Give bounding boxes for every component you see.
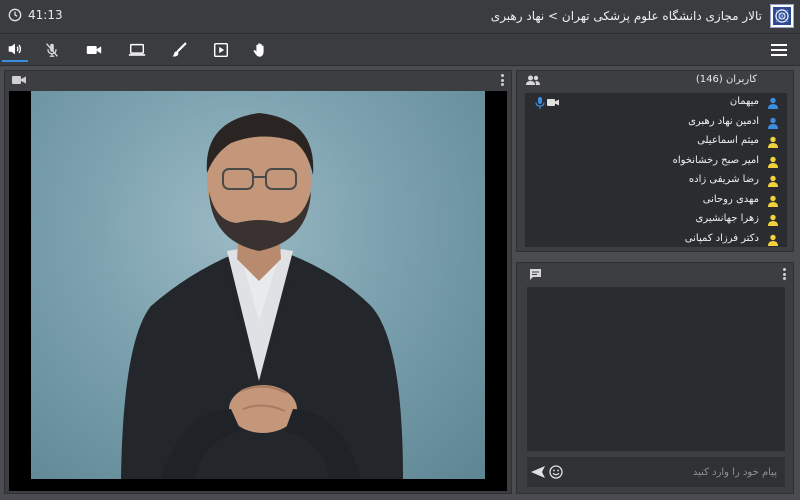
user-name: امیر صبح رخشانخواه (672, 154, 759, 166)
user-icon (768, 234, 778, 246)
user-list-item[interactable]: ادمین نهاد رهبری (525, 113, 787, 133)
chat-panel (516, 262, 794, 494)
video-panel (4, 70, 512, 494)
video-panel-header (5, 71, 511, 89)
speaker-button[interactable] (2, 38, 28, 62)
users-panel-header: کاربران (146) (517, 71, 793, 89)
timer-text: 41:13 (28, 8, 63, 22)
user-name: مهدی روحانی (702, 193, 759, 205)
user-icon (768, 117, 778, 129)
send-icon[interactable] (531, 466, 545, 478)
user-name: میثم اسماعیلی (697, 135, 759, 146)
room-title: تالار مجازی دانشگاه علوم پزشکی تهران > ن… (490, 9, 762, 23)
user-name: دکتر فرزاد کمپانی (684, 232, 759, 244)
mic-toggle-button[interactable] (39, 38, 65, 62)
clock-icon (8, 8, 22, 22)
raise-hand-icon (253, 43, 264, 57)
video-camera-icon (12, 76, 26, 84)
emoji-icon[interactable] (549, 465, 563, 479)
top-bar: 41:13 تالار مجازی دانشگاه علوم پزشکی تهر… (0, 0, 800, 34)
speaker-person-image (121, 113, 403, 479)
user-list-item[interactable]: مهدی روحانی (525, 191, 787, 211)
user-name: میهمان (729, 96, 759, 107)
video-stream[interactable] (9, 91, 507, 491)
chat-bubble-icon (530, 269, 541, 280)
whiteboard-button[interactable] (166, 38, 192, 62)
university-logo (770, 4, 794, 28)
presentation-button[interactable] (208, 38, 234, 62)
video-options-icon[interactable] (500, 74, 504, 86)
hamburger-menu-icon[interactable] (770, 42, 788, 58)
mic-icon[interactable] (535, 97, 545, 109)
speaker-icon (8, 43, 22, 55)
video-camera-icon (86, 45, 102, 55)
session-timer: 41:13 (8, 8, 63, 22)
user-list-item[interactable]: میهمان (525, 93, 787, 113)
chat-message-input[interactable] (567, 457, 777, 487)
user-name: رضا شریفی زاده (688, 174, 759, 185)
chat-options-icon[interactable] (782, 268, 786, 280)
chat-messages-area (527, 287, 785, 451)
chat-panel-header (517, 263, 793, 283)
user-list-item[interactable]: رضا شریفی زاده (525, 171, 787, 191)
user-name: زهرا جهانشیری (695, 213, 759, 224)
user-list-item[interactable]: زهرا جهانشیری (525, 210, 787, 230)
user-list-item[interactable]: دکتر فرزاد کمپانی (525, 230, 787, 248)
screen-share-icon (128, 43, 146, 56)
raise-hand-button[interactable] (247, 38, 273, 62)
user-icon (768, 214, 778, 226)
users-panel: کاربران (146) میهمان ادمین نهاد رهبری می… (516, 70, 794, 252)
chat-input-bar (527, 457, 785, 487)
brush-icon (172, 42, 187, 57)
toolbar (0, 34, 800, 66)
user-list-item[interactable]: میثم اسماعیلی (525, 132, 787, 152)
presentation-icon (213, 42, 229, 58)
users-group-icon (526, 75, 540, 85)
screen-share-button[interactable] (124, 38, 150, 62)
user-icon (768, 136, 778, 148)
user-name: ادمین نهاد رهبری (688, 115, 759, 127)
user-icon (768, 156, 778, 168)
speaker-video-feed (31, 91, 485, 479)
camera-button[interactable] (81, 38, 107, 62)
user-icon (768, 97, 778, 109)
mic-off-icon (46, 43, 58, 57)
user-list-item[interactable]: امیر صبح رخشانخواه (525, 152, 787, 172)
users-list: میهمان ادمین نهاد رهبری میثم اسماعیلی ام… (525, 93, 787, 247)
video-camera-icon[interactable] (547, 98, 559, 107)
user-icon (768, 195, 778, 207)
users-count-title: کاربران (146) (695, 74, 757, 85)
user-icon (768, 175, 778, 187)
